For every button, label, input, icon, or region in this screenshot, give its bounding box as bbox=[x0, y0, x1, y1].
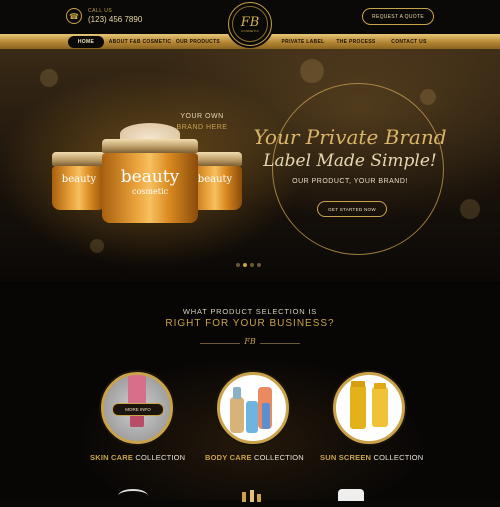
slider-dot-active[interactable] bbox=[243, 263, 247, 267]
slider-dots bbox=[236, 263, 261, 267]
skin-care-image[interactable]: MORE INFO bbox=[101, 372, 173, 444]
product-selection-section: WHAT PRODUCT SELECTION IS RIGHT FOR YOUR… bbox=[0, 281, 500, 503]
nav-process[interactable]: THE PROCESS bbox=[334, 34, 378, 49]
jar-sub-text: cosmetic bbox=[132, 187, 168, 196]
body-care-image[interactable] bbox=[217, 372, 289, 444]
nav-home[interactable]: HOME bbox=[68, 35, 104, 48]
cosmetic-jar-center: beauty cosmetic bbox=[102, 123, 198, 223]
brand-line-1: YOUR OWN bbox=[180, 113, 224, 120]
body-care-bottles-icon bbox=[230, 387, 272, 433]
collection-name: BODY CARE bbox=[205, 453, 252, 462]
nav-about[interactable]: ABOUT F&B COSMETIC bbox=[108, 34, 172, 49]
section-title-line2: RIGHT FOR YOUR BUSINESS? bbox=[165, 318, 335, 329]
bokeh-light bbox=[460, 199, 480, 219]
skin-care-collection-label[interactable]: SKIN CARE COLLECTION bbox=[90, 453, 185, 462]
more-info-button[interactable]: MORE INFO bbox=[112, 403, 164, 416]
sun-screen-image[interactable] bbox=[333, 372, 405, 444]
sun-screen-collection-label[interactable]: SUN SCREEN COLLECTION bbox=[320, 453, 423, 462]
next-row-image bbox=[338, 489, 364, 501]
slider-dot[interactable] bbox=[236, 263, 240, 267]
nav-contact[interactable]: CONTACT US bbox=[388, 34, 430, 49]
get-started-button[interactable]: GET STARTED NOW bbox=[317, 201, 387, 217]
bokeh-light bbox=[40, 69, 58, 87]
hero-tagline: OUR PRODUCT, YOUR BRAND! bbox=[292, 178, 408, 185]
divider-line-left bbox=[200, 343, 240, 344]
sun-screen-bottles-icon bbox=[350, 381, 388, 429]
next-row-image bbox=[236, 489, 266, 502]
section-title-line1: WHAT PRODUCT SELECTION IS bbox=[182, 307, 318, 316]
call-us[interactable]: ☎ CALL US (123) 456 7890 bbox=[66, 8, 142, 24]
phone-number[interactable]: (123) 456 7890 bbox=[88, 15, 142, 24]
logo[interactable]: FB COSMETIC bbox=[228, 2, 272, 46]
logo-subtext: COSMETIC bbox=[240, 28, 260, 33]
bokeh-light bbox=[90, 239, 104, 253]
bokeh-light bbox=[300, 59, 324, 83]
slider-dot[interactable] bbox=[250, 263, 254, 267]
call-label: CALL US bbox=[88, 8, 113, 14]
next-row-circle bbox=[118, 489, 148, 503]
cosmetic-jar-left: beauty bbox=[52, 152, 106, 210]
logo-monogram: FB bbox=[240, 14, 260, 30]
phone-icon: ☎ bbox=[66, 8, 82, 24]
hero-subheadline: Label Made Simple! bbox=[263, 151, 437, 171]
collection-name: SKIN CARE bbox=[90, 453, 134, 462]
divider-line-right bbox=[260, 343, 300, 344]
slider-dot[interactable] bbox=[257, 263, 261, 267]
collection-name: SUN SCREEN bbox=[320, 453, 372, 462]
bokeh-light bbox=[420, 89, 436, 105]
nav-private-label[interactable]: PRIVATE LABEL bbox=[280, 34, 326, 49]
logo-emblem: FB COSMETIC bbox=[232, 6, 268, 42]
request-quote-button[interactable]: REQUEST A QUOTE bbox=[362, 8, 434, 25]
collection-suffix: COLLECTION bbox=[135, 453, 186, 462]
body-care-collection-label[interactable]: BODY CARE COLLECTION bbox=[205, 453, 304, 462]
collection-suffix: COLLECTION bbox=[253, 453, 304, 462]
jar-brand-text: beauty bbox=[61, 174, 97, 185]
divider-monogram: FB bbox=[244, 337, 256, 346]
jar-brand-text: beauty bbox=[120, 167, 180, 187]
hero-headline: Your Private Brand bbox=[253, 125, 447, 149]
nav-products[interactable]: OUR PRODUCTS bbox=[174, 34, 222, 49]
collection-suffix: COLLECTION bbox=[373, 453, 424, 462]
hero-slider: beauty beauty beauty cosmetic YOUR OWN B… bbox=[0, 49, 500, 281]
